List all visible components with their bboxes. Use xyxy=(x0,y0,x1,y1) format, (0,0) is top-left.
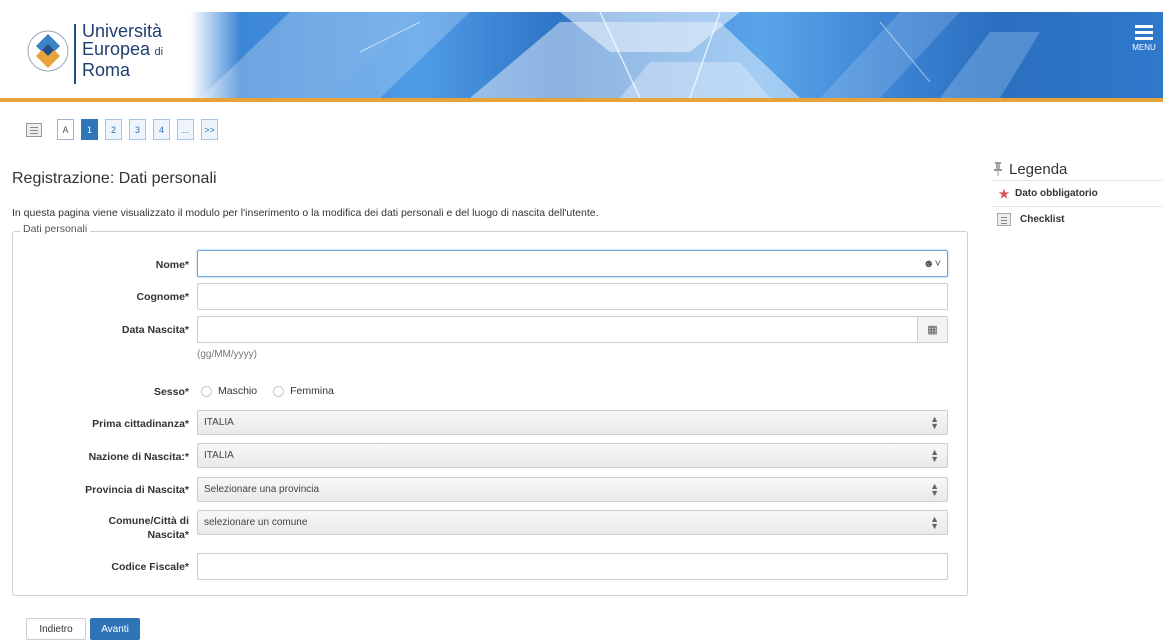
logo-wordmark: Università Europea di Roma xyxy=(82,22,163,79)
sesso-label: Sesso* xyxy=(153,386,189,398)
pin-icon xyxy=(994,162,1002,176)
logo-line-1: Università xyxy=(82,21,163,41)
codice-fiscale-label: Codice Fiscale* xyxy=(111,561,189,573)
list-icon[interactable] xyxy=(26,122,42,137)
select-arrows-icon: ▲ ▼ xyxy=(930,481,939,498)
step-pager: A 1 2 3 4 ... >> xyxy=(26,119,218,140)
menu-label: MENU xyxy=(1132,43,1156,52)
legend-item-checklist[interactable]: Checklist xyxy=(993,206,1163,232)
back-button[interactable]: Indietro xyxy=(26,618,86,640)
radio-maschio[interactable] xyxy=(201,385,212,397)
nome-label: Nome* xyxy=(155,259,189,271)
legend-item-checklist-label: Checklist xyxy=(1020,214,1065,225)
comune-label-line1: Comune/Città di xyxy=(108,515,190,527)
pager-item-1[interactable]: 1 xyxy=(81,119,98,140)
comune-label: Comune/Città di Nascita* xyxy=(12,514,190,542)
cognome-input[interactable] xyxy=(197,283,948,310)
nazione-value: ITALIA xyxy=(204,450,234,461)
provincia-select[interactable]: Selezionare una provincia ▲ ▼ xyxy=(197,477,948,502)
logo-line-2: Europea xyxy=(82,39,151,59)
pager-item-4[interactable]: 4 xyxy=(153,119,170,140)
legend-item-required-label: Dato obbligatorio xyxy=(1015,188,1098,199)
hamburger-icon xyxy=(1129,25,1159,40)
comune-label-line2: Nascita* xyxy=(147,529,189,541)
calendar-icon[interactable]: ▦ xyxy=(917,317,947,342)
pager-item-2[interactable]: 2 xyxy=(105,119,122,140)
select-arrows-icon: ▲ ▼ xyxy=(930,514,939,531)
next-button[interactable]: Avanti xyxy=(90,618,140,640)
pager-item-a[interactable]: A xyxy=(57,119,74,140)
select-arrows-icon: ▲ ▼ xyxy=(930,414,939,431)
header: Università Europea di Roma MENU xyxy=(0,0,1163,102)
page-title: Registrazione: Dati personali xyxy=(12,170,217,187)
nome-input[interactable]: ☻˅ xyxy=(197,250,948,277)
pager-item-3[interactable]: 3 xyxy=(129,119,146,140)
comune-select[interactable]: selezionare un comune ▲ ▼ xyxy=(197,510,948,535)
select-arrows-icon: ▲ ▼ xyxy=(930,447,939,464)
legend-title-text: Legenda xyxy=(1009,160,1068,178)
cittadinanza-select[interactable]: ITALIA ▲ ▼ xyxy=(197,410,948,435)
star-icon: ★ xyxy=(998,186,1010,201)
checklist-icon xyxy=(997,213,1011,226)
provincia-value: Selezionare una provincia xyxy=(204,484,320,495)
sesso-radio-group: Maschio Femmina xyxy=(197,385,346,397)
data-nascita-input[interactable]: ▦ xyxy=(197,316,948,343)
header-accent-line xyxy=(0,98,1163,102)
cognome-label: Cognome* xyxy=(136,291,190,303)
radio-femmina[interactable] xyxy=(273,385,285,397)
pager-item-next[interactable]: >> xyxy=(201,119,218,140)
comune-value: selezionare un comune xyxy=(204,517,308,528)
data-nascita-label: Data Nascita* xyxy=(121,324,189,336)
legend-panel: Legenda ★ Dato obbligatorio Checklist xyxy=(993,158,1163,232)
university-seal-icon xyxy=(27,30,69,72)
cittadinanza-value: ITALIA xyxy=(204,417,234,428)
page-intro: In questa pagina viene visualizzato il m… xyxy=(12,207,599,219)
provincia-label: Provincia di Nascita* xyxy=(85,484,189,496)
nazione-select[interactable]: ITALIA ▲ ▼ xyxy=(197,443,948,468)
logo-line-3: Roma xyxy=(82,60,131,80)
cittadinanza-label: Prima cittadinanza* xyxy=(92,418,189,430)
logo-divider xyxy=(74,24,76,84)
fieldset-legend: Dati personali xyxy=(20,223,91,235)
logo-line-2-small: di xyxy=(154,46,164,58)
pager-item-ellipsis[interactable]: ... xyxy=(177,119,194,140)
codice-fiscale-input[interactable] xyxy=(197,553,948,580)
radio-femmina-label: Femmina xyxy=(290,385,334,397)
legend-item-required: ★ Dato obbligatorio xyxy=(993,180,1163,206)
radio-maschio-label: Maschio xyxy=(218,385,258,397)
menu-button[interactable]: MENU xyxy=(1129,22,1159,62)
date-format-hint: (gg/MM/yyyy) xyxy=(197,349,257,360)
user-contact-icon[interactable]: ☻˅ xyxy=(917,251,947,276)
nazione-label: Nazione di Nascita:* xyxy=(88,451,189,463)
legend-title: Legenda xyxy=(993,158,1163,180)
